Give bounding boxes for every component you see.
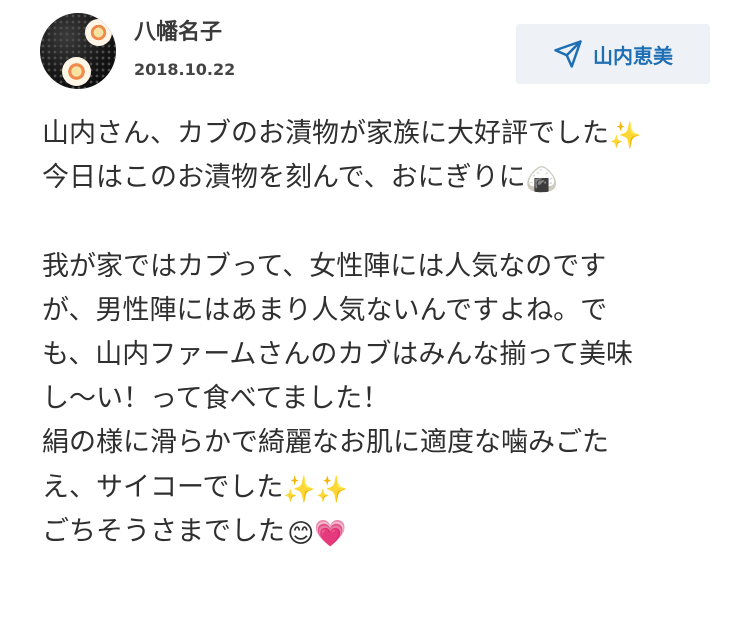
post-date: 2018.10.22 (134, 60, 236, 79)
message-line: が、男性陣にはあまり人気ないんですよね。で (42, 289, 712, 333)
message-line-blank (42, 200, 712, 244)
message-text: 山内さん、カブのお漬物が家族に大好評でした (42, 118, 609, 149)
author-name[interactable]: 八幡名子 (134, 14, 222, 46)
avatar-sushi-roll (62, 57, 91, 86)
author-avatar[interactable] (40, 13, 116, 89)
recipient-name: 山内恵美 (593, 43, 673, 68)
message-body: 山内さん、カブのお漬物が家族に大好評でした✨ 今日はこのお漬物を刻んで、おにぎり… (42, 112, 712, 554)
message-line: え、サイコーでした✨✨ (42, 466, 712, 510)
message-line: 絹の様に滑らかで綺麗なお肌に適度な噛みごた (42, 421, 712, 465)
message-line: 今日はこのお漬物を刻んで、おにぎりに🍙 (42, 156, 712, 200)
rice-ball-emoji: 🍙 (525, 165, 558, 196)
message-text: え、サイコーでした (42, 471, 284, 503)
message-text: 絹の様に滑らかで綺麗なお肌に適度な噛みごた (42, 427, 609, 459)
smile-heart-emoji: 😊💗 (287, 518, 347, 549)
send-icon (553, 39, 583, 69)
message-line: し〜い！って食べてました！ (42, 377, 712, 421)
message-line: 山内さん、カブのお漬物が家族に大好評でした✨ (42, 112, 712, 156)
sparkles-emoji: ✨✨ (283, 474, 349, 505)
message-text: し〜い！って食べてました！ (42, 383, 390, 415)
message-text: 今日はこのお漬物を刻んで、おにぎりに (42, 162, 526, 194)
message-line: も、山内ファームさんのカブはみんな揃って美味 (42, 333, 712, 377)
message-text: ごちそうさまでした (42, 515, 285, 547)
message-text: 我が家ではカブって、女性陣には人気なのです (42, 250, 607, 282)
message-text: が、男性陣にはあまり人気ないんですよね。で (42, 294, 608, 326)
message-line: ごちそうさまでした😊💗 (42, 510, 712, 554)
sparkles-emoji: ✨ (609, 121, 642, 151)
message-line: 我が家ではカブって、女性陣には人気なのです (42, 245, 712, 289)
message-text: も、山内ファームさんのカブはみんな揃って美味 (42, 338, 634, 370)
avatar-sushi-roll (85, 19, 112, 46)
recipient-button[interactable]: 山内恵美 (516, 24, 710, 84)
